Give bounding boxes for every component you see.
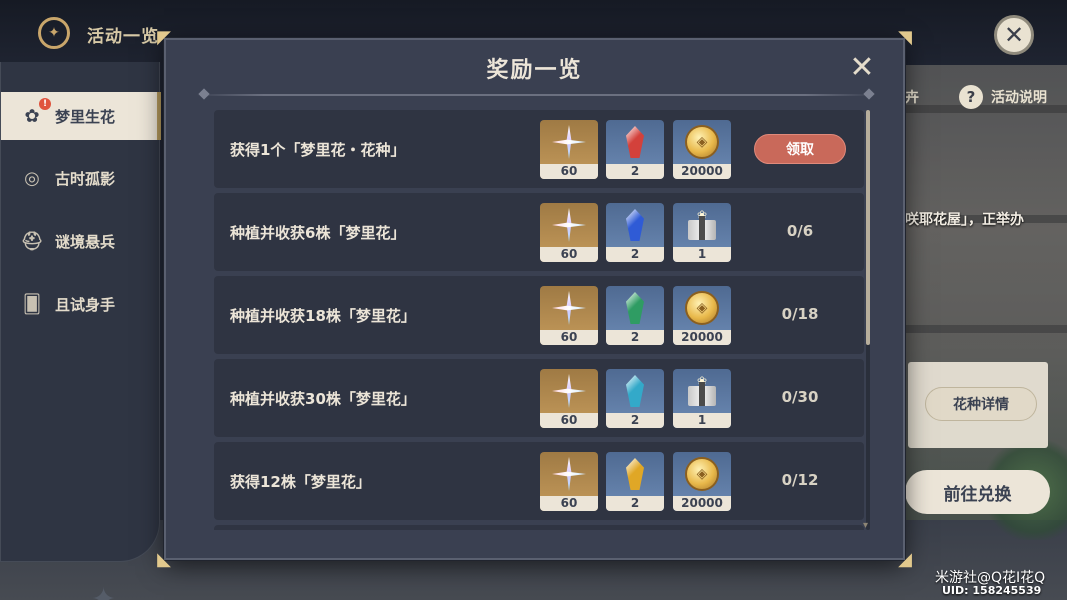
primogem-icon [552, 457, 586, 491]
question-icon[interactable]: ? [959, 85, 983, 109]
crystal-chunk-icon [626, 126, 644, 158]
notification-badge: ! [39, 98, 51, 110]
progress-label: 0/6 [786, 222, 814, 240]
page-title: 活动一览 [87, 27, 159, 47]
compass-icon: ◎ [24, 167, 40, 189]
list-item [214, 525, 864, 530]
mora-icon: ◈ [685, 457, 719, 491]
exchange-button[interactable]: 前往兑换 [905, 470, 1050, 514]
story-text: 咲耶花屋」，正举办 [905, 212, 1024, 228]
reward-count: 1 [673, 413, 731, 428]
gift-box-icon: ❀ [686, 375, 718, 406]
reward-item[interactable]: ◈ 20000 [673, 120, 731, 179]
primogem-icon [552, 291, 586, 325]
sidebar-item-dream-flower[interactable]: ✿ ! 梦里生花 [1, 92, 161, 140]
reward-item[interactable]: ❀ 1 [673, 369, 731, 428]
progress-label: 0/30 [781, 388, 819, 406]
divider-ornament [198, 88, 210, 100]
task-description: 种植并收获6株「梦里花」 [230, 224, 406, 242]
list-item: 获得12株「梦里花」 60 2 ◈ 20000 0/12 [214, 442, 864, 520]
task-description: 种植并收获30株「梦里花」 [230, 390, 416, 408]
close-icon[interactable]: ✕ [994, 15, 1034, 55]
helmet-icon: ⛑ [20, 230, 44, 252]
mora-icon: ◈ [685, 291, 719, 325]
list-item: 种植并收获18株「梦里花」 60 2 ◈ 20000 0/18 [214, 276, 864, 354]
primogem-icon [552, 125, 586, 159]
gift-box-icon: ❀ [686, 209, 718, 240]
crystal-chunk-icon [626, 292, 644, 324]
task-description: 获得12株「梦里花」 [230, 473, 371, 491]
reward-item[interactable]: 2 [606, 452, 664, 511]
reward-count: 2 [606, 247, 664, 262]
crystal-chunk-icon [626, 375, 644, 407]
list-item: 获得1个「梦里花・花种」 60 2 ◈ 20000 领取 [214, 110, 864, 188]
reward-count: 20000 [673, 164, 731, 179]
reward-count: 1 [673, 247, 731, 262]
reward-item[interactable]: 2 [606, 203, 664, 262]
sidebar-item-label: 古时孤影 [55, 169, 116, 188]
divider-ornament [863, 88, 875, 100]
divider [196, 94, 873, 96]
corner-ornament-icon: ◥ [898, 27, 912, 48]
sidebar-item-label: 梦里生花 [55, 107, 116, 126]
reward-item[interactable]: ❀ 1 [673, 203, 731, 262]
reward-item[interactable]: 2 [606, 286, 664, 345]
mora-icon: ◈ [685, 125, 719, 159]
primogem-icon [552, 374, 586, 408]
reward-count: 2 [606, 164, 664, 179]
reward-item[interactable]: 2 [606, 369, 664, 428]
reward-count: 60 [540, 247, 598, 262]
sidebar: ✿ ! 梦里生花 ◎ 古时孤影 ⛑ 谜境悬兵 🂠 且试身手 ✦ [0, 62, 161, 600]
crystal-chunk-icon [626, 209, 644, 241]
reward-list[interactable]: 获得1个「梦里花・花种」 60 2 ◈ 20000 领取 种植并收获6株「梦里花」 60 2 ❀ 1… [214, 110, 864, 530]
progress-label: 0/12 [781, 471, 819, 489]
partial-label: 卉 [905, 90, 919, 106]
reward-item[interactable]: 60 [540, 203, 598, 262]
reward-count: 20000 [673, 330, 731, 345]
corner-ornament-icon: ◢ [898, 549, 912, 570]
reward-item[interactable]: 60 [540, 120, 598, 179]
help-area: 卉 ? 活动说明 [905, 85, 1047, 109]
reward-item[interactable]: ◈ 20000 [673, 286, 731, 345]
reward-item[interactable]: 60 [540, 286, 598, 345]
seed-details-button[interactable]: 花种详情 [925, 387, 1037, 421]
reward-item[interactable]: ◈ 20000 [673, 452, 731, 511]
reward-modal: ◤ ◥ ◣ ◢ 奖励一览 ✕ 获得1个「梦里花・花种」 60 2 ◈ 20000 领取种植… [157, 28, 912, 570]
reward-count: 60 [540, 496, 598, 511]
close-icon[interactable]: ✕ [848, 53, 876, 83]
reward-item[interactable]: 2 [606, 120, 664, 179]
sidebar-item-try-skills[interactable]: 🂠 且试身手 [1, 280, 161, 328]
reward-count: 2 [606, 496, 664, 511]
reward-count: 60 [540, 164, 598, 179]
reward-count: 2 [606, 413, 664, 428]
task-description: 获得1个「梦里花・花种」 [230, 141, 406, 159]
corner-ornament-icon: ◤ [157, 27, 171, 48]
sidebar-item-label: 且试身手 [55, 295, 116, 314]
chevron-down-icon: ▾ [863, 520, 869, 531]
list-item: 种植并收获30株「梦里花」 60 2 ❀ 1 0/30 [214, 359, 864, 437]
compass-icon: ✦ [38, 17, 70, 49]
reward-count: 2 [606, 330, 664, 345]
corner-ornament-icon: ◣ [157, 549, 171, 570]
modal-title: 奖励一览 [486, 58, 583, 83]
list-item: 种植并收获6株「梦里花」 60 2 ❀ 1 0/6 [214, 193, 864, 271]
cards-icon: 🂠 [22, 293, 42, 315]
sidebar-item-mystery-soldier[interactable]: ⛑ 谜境悬兵 [1, 217, 161, 265]
sidebar-item-label: 谜境悬兵 [55, 232, 116, 251]
star-ornament-icon: ✦ [91, 582, 117, 600]
help-label[interactable]: 活动说明 [991, 87, 1047, 107]
reward-item[interactable]: 60 [540, 452, 598, 511]
reward-count: 20000 [673, 496, 731, 511]
uid-label: UID: 158245539 [942, 584, 1042, 597]
progress-label: 0/18 [781, 305, 819, 323]
reward-item[interactable]: 60 [540, 369, 598, 428]
reward-count: 60 [540, 413, 598, 428]
sidebar-item-ancient-shadow[interactable]: ◎ 古时孤影 [1, 154, 161, 202]
primogem-icon [552, 208, 586, 242]
reward-count: 60 [540, 330, 598, 345]
crystal-chunk-icon [626, 458, 644, 490]
claim-button[interactable]: 领取 [754, 134, 846, 164]
task-description: 种植并收获18株「梦里花」 [230, 307, 416, 325]
scrollbar-thumb[interactable] [866, 110, 870, 345]
